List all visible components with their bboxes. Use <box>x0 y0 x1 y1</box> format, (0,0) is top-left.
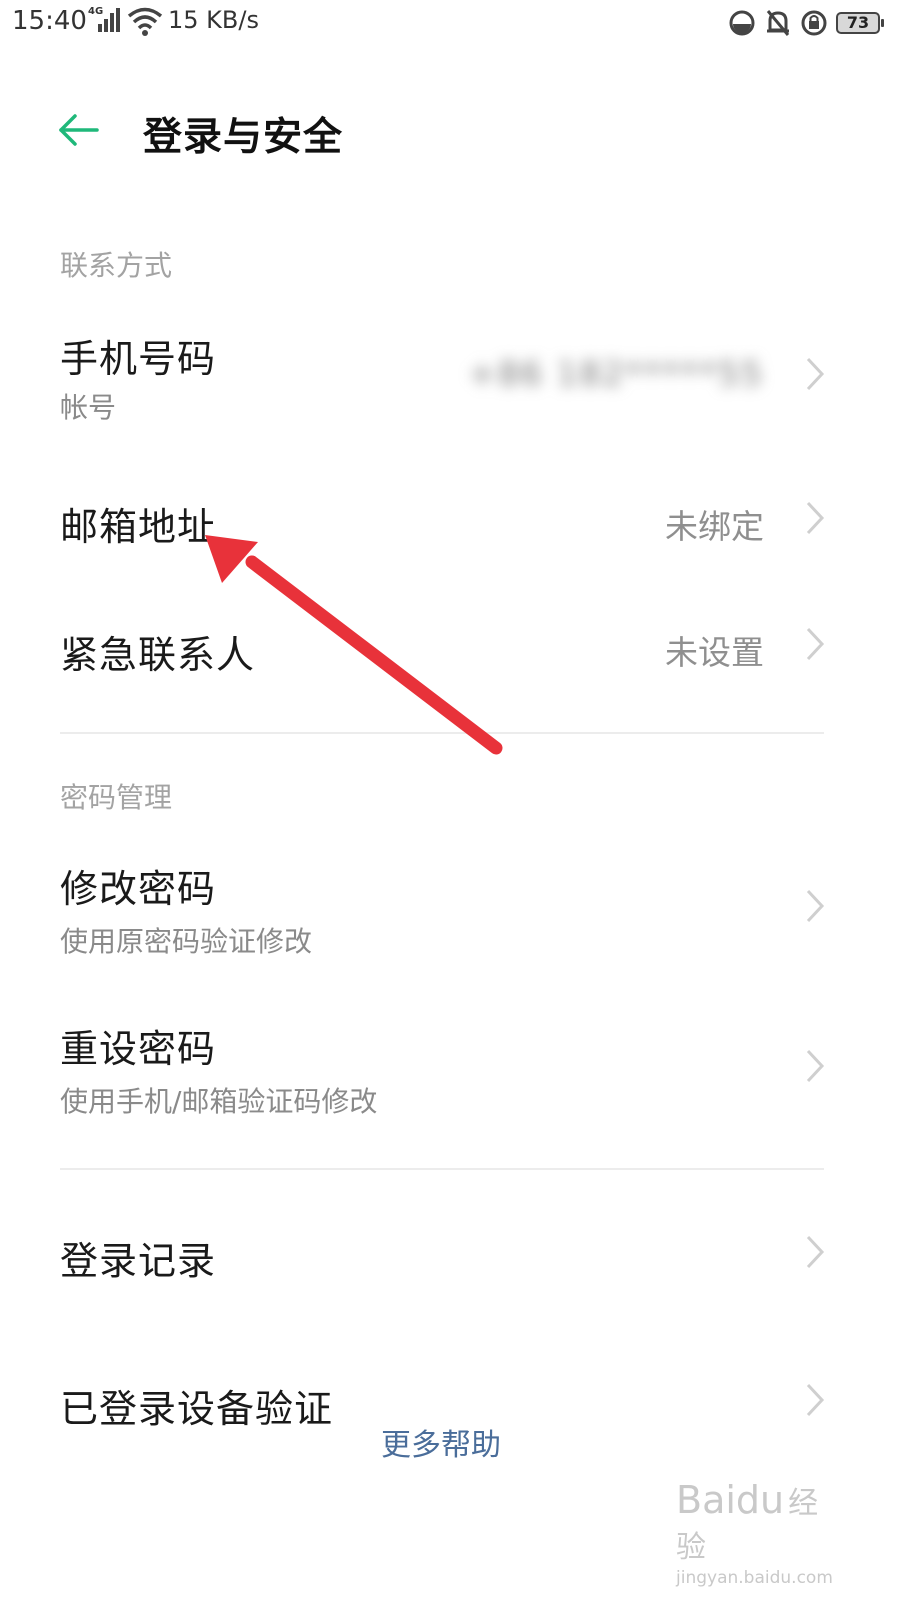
page-title: 登录与安全 <box>143 115 344 160</box>
watermark-logo: Baidu <box>676 1478 785 1522</box>
row-title: 修改密码 <box>60 867 217 911</box>
back-arrow-icon[interactable] <box>55 110 103 150</box>
chevron-right-icon <box>806 357 825 391</box>
row-title: 重设密码 <box>60 1027 217 1071</box>
watermark-url: jingyan.baidu.com <box>676 1568 833 1588</box>
signal-icon: 4G <box>88 6 120 34</box>
row-login-history[interactable]: 登录记录 <box>0 1196 900 1312</box>
section-label-contact: 联系方式 <box>60 249 173 282</box>
status-bar: 15:40 4G 15 KB/s 73 <box>0 0 900 46</box>
battery-icon: 73 <box>836 12 884 34</box>
row-title: 手机号码 <box>60 337 217 381</box>
row-email-address[interactable]: 邮箱地址 未绑定 <box>0 460 900 576</box>
network-speed: 15 KB/s <box>168 6 259 34</box>
divider <box>60 732 824 734</box>
bell-off-icon <box>766 10 790 36</box>
row-phone-number[interactable]: 手机号码 帐号 +86 182*****55 <box>0 300 900 440</box>
chevron-right-icon <box>806 889 825 923</box>
row-title: 登录记录 <box>60 1239 217 1283</box>
header: 登录与安全 <box>0 86 900 176</box>
chevron-right-icon <box>806 1235 825 1269</box>
chevron-right-icon <box>806 1049 825 1083</box>
chevron-right-icon <box>806 501 825 535</box>
phone-value: +86 182*****55 <box>468 354 764 393</box>
row-subtitle: 使用原密码验证修改 <box>60 925 313 958</box>
row-emergency-contact[interactable]: 紧急联系人 未设置 <box>0 586 900 702</box>
row-subtitle: 使用手机/邮箱验证码修改 <box>60 1085 378 1118</box>
data-saver-icon <box>729 10 755 36</box>
row-title: 紧急联系人 <box>60 633 256 677</box>
chevron-right-icon <box>806 627 825 661</box>
row-subtitle: 帐号 <box>60 391 117 424</box>
rotation-lock-icon <box>801 10 827 36</box>
status-icons: 73 <box>728 8 884 38</box>
chevron-right-icon <box>806 1383 825 1417</box>
more-help-link[interactable]: 更多帮助 <box>0 1420 882 1464</box>
baidu-jingyan-watermark: Baidu 经验 jingyan.baidu.com <box>676 1478 846 1588</box>
row-value: 未绑定 <box>665 507 764 546</box>
row-value: 未设置 <box>665 633 764 672</box>
row-title: 邮箱地址 <box>60 505 217 549</box>
divider <box>60 1168 824 1170</box>
row-reset-password[interactable]: 重设密码 使用手机/邮箱验证码修改 <box>0 996 900 1136</box>
section-label-password: 密码管理 <box>60 781 173 814</box>
wifi-icon <box>127 7 163 36</box>
network-type: 4G <box>88 6 104 17</box>
row-change-password[interactable]: 修改密码 使用原密码验证修改 <box>0 836 900 976</box>
status-time: 15:40 <box>12 6 87 36</box>
